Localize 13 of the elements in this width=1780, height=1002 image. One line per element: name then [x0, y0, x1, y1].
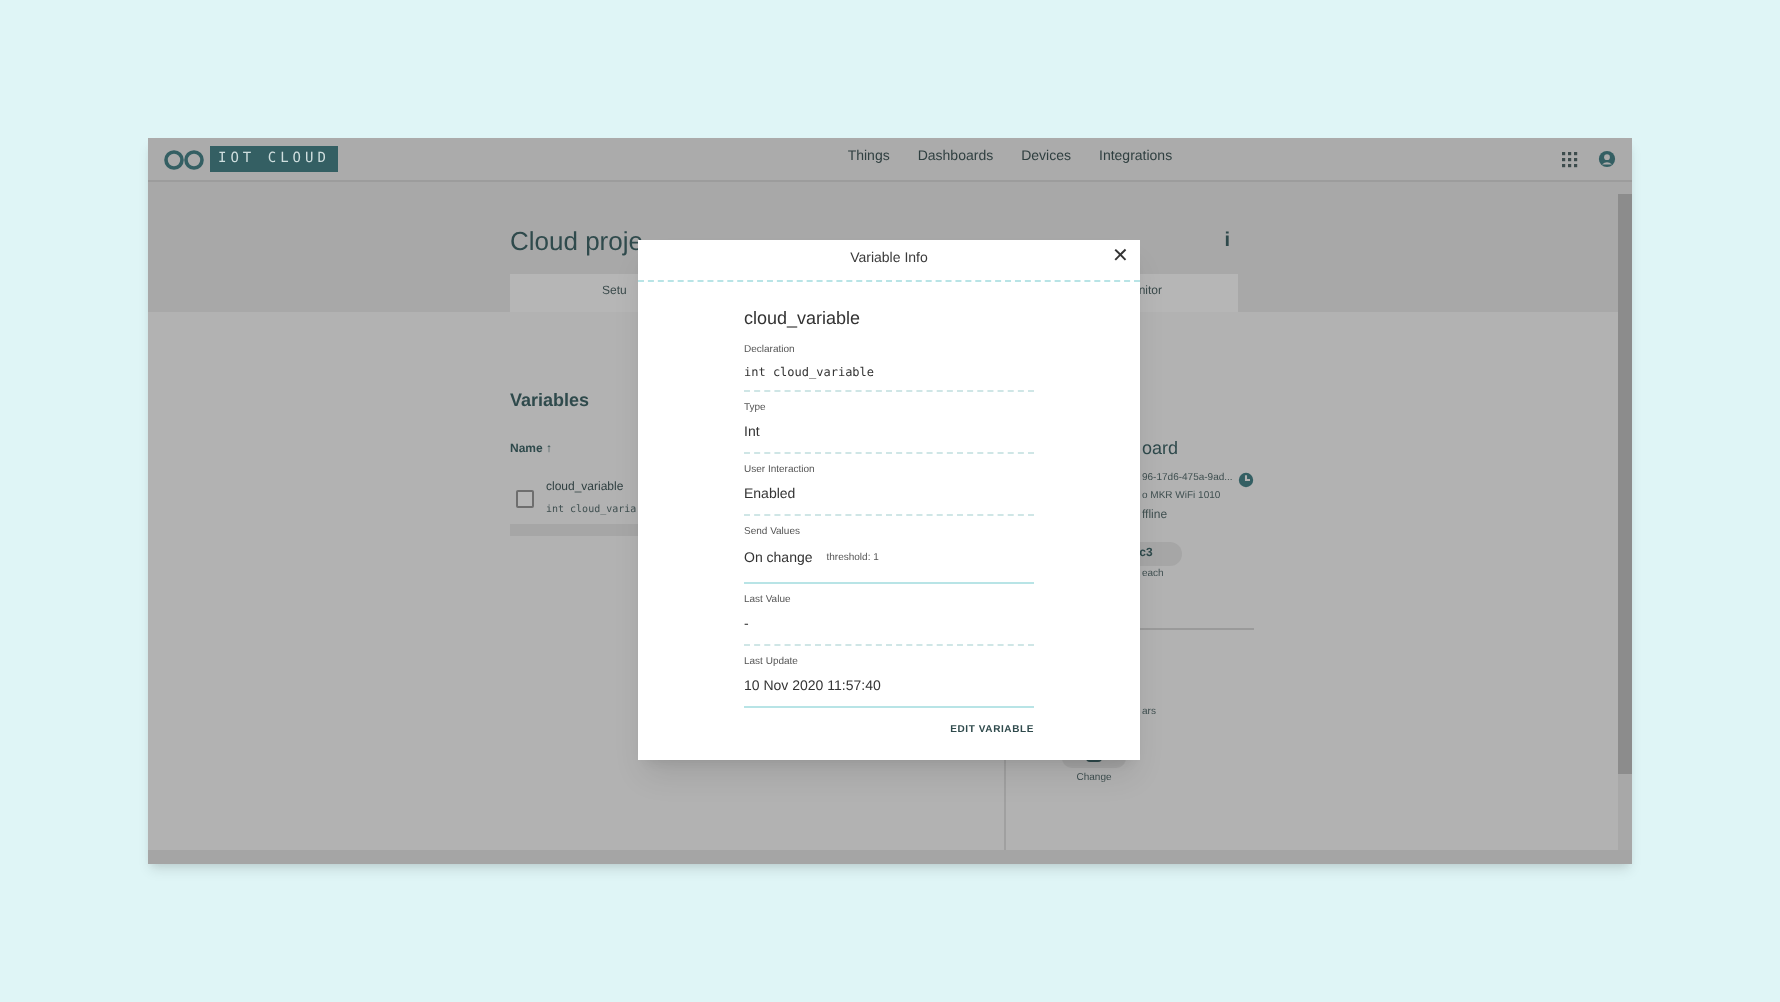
- vertical-scrollbar[interactable]: [1618, 182, 1632, 850]
- device-heading: oard: [1142, 436, 1179, 462]
- horizontal-scrollbar[interactable]: [148, 850, 1632, 864]
- section-heading: Variables: [510, 388, 590, 414]
- page-title: Cloud proje: [510, 224, 643, 260]
- user-account-icon[interactable]: [1598, 150, 1616, 168]
- info-icon[interactable]: i: [1224, 226, 1230, 257]
- close-icon[interactable]: ✕: [1112, 248, 1128, 268]
- infinity-logo-icon: [164, 149, 204, 169]
- row-checkbox[interactable]: [516, 489, 534, 507]
- apps-grid-icon[interactable]: [1562, 151, 1578, 167]
- variable-title: cloud_variable: [744, 306, 861, 332]
- device-status-icon[interactable]: [1238, 471, 1255, 487]
